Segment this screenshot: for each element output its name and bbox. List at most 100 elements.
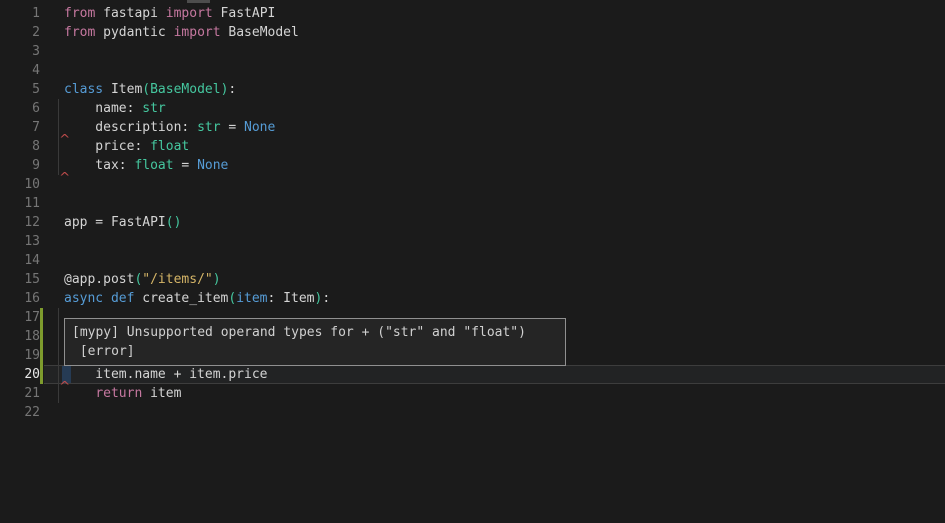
error-caret-icon: ^ xyxy=(60,130,69,142)
code-line[interactable]: 21 return item xyxy=(0,384,945,403)
code-token: import xyxy=(166,6,213,21)
code-editor[interactable]: 1 from fastapi import FastAPI 2 from pydant… xyxy=(0,0,945,523)
line-number[interactable]: 16 xyxy=(0,289,40,308)
code-token: class xyxy=(64,82,103,97)
code-token: price: xyxy=(64,139,150,154)
line-number[interactable]: 12 xyxy=(0,213,40,232)
code-text[interactable]: return item xyxy=(64,384,181,403)
code-text[interactable]: async def create_item(item: Item): xyxy=(64,289,330,308)
line-number[interactable]: 2 xyxy=(0,23,40,42)
indent-guide xyxy=(58,99,59,175)
code-token: import xyxy=(174,25,221,40)
code-token: async xyxy=(64,291,103,306)
code-token: tax: xyxy=(64,158,134,173)
line-number[interactable]: 10 xyxy=(0,175,40,194)
code-token: float xyxy=(150,139,189,154)
code-token: FastAPI xyxy=(213,6,276,21)
code-line[interactable]: 14 xyxy=(0,251,945,270)
line-number[interactable]: 1 xyxy=(0,4,40,23)
code-token: None xyxy=(197,158,228,173)
code-text[interactable]: description: str = None xyxy=(64,118,275,137)
code-text[interactable]: price: float xyxy=(64,137,189,156)
line-number[interactable]: 13 xyxy=(0,232,40,251)
code-text[interactable]: app = FastAPI() xyxy=(64,213,181,232)
code-text[interactable]: from pydantic import BaseModel xyxy=(64,23,299,42)
code-line[interactable]: 10 xyxy=(0,175,945,194)
line-number[interactable]: 4 xyxy=(0,61,40,80)
line-number[interactable]: 5 xyxy=(0,80,40,99)
code-line[interactable]: 22 xyxy=(0,403,945,422)
code-token: = xyxy=(221,120,244,135)
code-token: item.name + item.price xyxy=(64,367,268,382)
top-notch xyxy=(187,0,210,3)
code-token: = xyxy=(174,158,197,173)
code-token: fastapi xyxy=(95,6,165,21)
code-line[interactable]: 15 @app.post("/items/") xyxy=(0,270,945,289)
code-token: ( xyxy=(142,82,150,97)
tooltip-message-line1: [mypy] Unsupported operand types for + (… xyxy=(72,323,557,342)
line-number[interactable]: 14 xyxy=(0,251,40,270)
code-token: : xyxy=(322,291,330,306)
code-line[interactable]: 16 async def create_item(item: Item): xyxy=(0,289,945,308)
code-text[interactable]: @app.post("/items/") xyxy=(64,270,221,289)
code-token: from xyxy=(64,25,95,40)
code-line[interactable]: 7 description: str = None^ xyxy=(0,118,945,137)
code-line[interactable]: 4 xyxy=(0,61,945,80)
mypy-error-tooltip: [mypy] Unsupported operand types for + (… xyxy=(64,318,566,366)
line-number[interactable]: 7 xyxy=(0,118,40,137)
line-number[interactable]: 22 xyxy=(0,403,40,422)
code-line[interactable]: 5 class Item(BaseModel): xyxy=(0,80,945,99)
code-token: pydantic xyxy=(95,25,173,40)
code-token: BaseModel xyxy=(150,82,220,97)
line-number[interactable]: 21 xyxy=(0,384,40,403)
code-token: Item xyxy=(103,82,142,97)
code-line[interactable]: 6 name: str xyxy=(0,99,945,118)
code-token: item xyxy=(236,291,267,306)
code-token: None xyxy=(244,120,275,135)
indent-guide xyxy=(58,308,59,403)
code-line[interactable]: 1 from fastapi import FastAPI xyxy=(0,4,945,23)
code-token: item xyxy=(142,386,181,401)
code-token: from xyxy=(64,6,95,21)
code-token: BaseModel xyxy=(221,25,299,40)
line-number[interactable]: 18 xyxy=(0,327,40,346)
code-token: ) xyxy=(213,272,221,287)
code-line[interactable]: 11 xyxy=(0,194,945,213)
code-text[interactable]: tax: float = None xyxy=(64,156,228,175)
code-line[interactable]: 13 xyxy=(0,232,945,251)
line-number[interactable]: 11 xyxy=(0,194,40,213)
code-token: create_item xyxy=(134,291,228,306)
line-number[interactable]: 8 xyxy=(0,137,40,156)
code-token: str xyxy=(142,101,165,116)
code-text[interactable]: class Item(BaseModel): xyxy=(64,80,236,99)
line-number[interactable]: 19 xyxy=(0,346,40,365)
code-line[interactable]: 2 from pydantic import BaseModel xyxy=(0,23,945,42)
code-line[interactable]: 9 tax: float = None^ xyxy=(0,156,945,175)
code-token: () xyxy=(166,215,182,230)
code-text[interactable]: item.name + item.price xyxy=(64,365,268,384)
line-number[interactable]: 15 xyxy=(0,270,40,289)
line-number[interactable]: 17 xyxy=(0,308,40,327)
code-line[interactable]: 20 item.name + item.price^ xyxy=(0,365,945,384)
change-bar xyxy=(40,327,43,346)
code-line[interactable]: 3 xyxy=(0,42,945,61)
code-token: str xyxy=(197,120,220,135)
code-token: description: xyxy=(64,120,197,135)
code-text[interactable]: name: str xyxy=(64,99,166,118)
line-number[interactable]: 6 xyxy=(0,99,40,118)
line-number[interactable]: 9 xyxy=(0,156,40,175)
line-number[interactable]: 20 xyxy=(0,365,40,384)
code-token: return xyxy=(95,386,142,401)
code-token: app = FastAPI xyxy=(64,215,166,230)
code-line[interactable]: 12 app = FastAPI() xyxy=(0,213,945,232)
code-token: def xyxy=(111,291,134,306)
change-bar xyxy=(40,308,43,327)
code-line[interactable]: 8 price: float xyxy=(0,137,945,156)
code-text[interactable]: from fastapi import FastAPI xyxy=(64,4,275,23)
code-token: "/items/" xyxy=(142,272,212,287)
code-token xyxy=(103,291,111,306)
tooltip-message-line2: [error] xyxy=(72,342,557,361)
code-token: float xyxy=(134,158,173,173)
code-token: : Item xyxy=(268,291,315,306)
line-number[interactable]: 3 xyxy=(0,42,40,61)
